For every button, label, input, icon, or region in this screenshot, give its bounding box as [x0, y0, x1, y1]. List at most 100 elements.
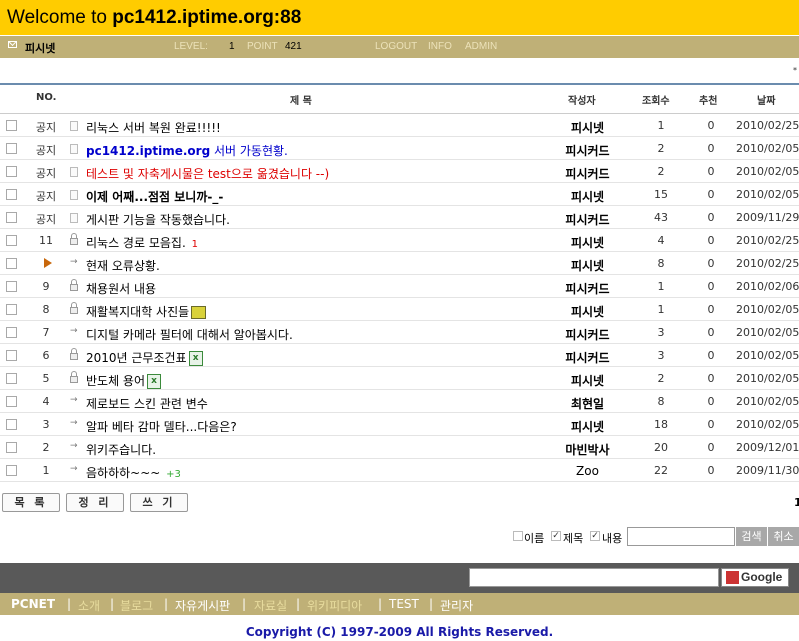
row-subject[interactable]: 재활복지대학 사진들 — [86, 303, 207, 320]
row-author[interactable]: 피시커드 — [545, 142, 630, 159]
row-checkbox[interactable] — [6, 235, 17, 246]
google-search-input[interactable] — [469, 568, 719, 587]
row-checkbox[interactable] — [6, 396, 17, 407]
row-checkbox[interactable] — [6, 327, 17, 338]
row-recommend: 0 — [707, 234, 715, 247]
search-button[interactable]: 검색 — [736, 527, 767, 546]
row-checkbox[interactable] — [6, 281, 17, 292]
page-number[interactable]: 1 — [794, 496, 799, 509]
mail-icon[interactable] — [8, 41, 17, 48]
row-checkbox[interactable] — [6, 465, 17, 476]
row-author[interactable]: 피시넷 — [545, 257, 630, 274]
col-recommend[interactable]: 추천 — [699, 92, 717, 107]
row-checkbox[interactable] — [6, 120, 17, 131]
table-row: 공지 게시판 기능을 작동했습니다. 피시커드 43 0 2009/11/29 — [0, 206, 799, 229]
row-author[interactable]: Zoo — [545, 464, 630, 478]
comment-count: 1 — [191, 239, 198, 250]
row-checkbox[interactable] — [6, 442, 17, 453]
row-hits: 15 — [654, 188, 668, 201]
row-author[interactable]: 피시커드 — [545, 211, 630, 228]
row-author[interactable]: 피시넷 — [545, 234, 630, 251]
row-author[interactable]: 피시넷 — [545, 418, 630, 435]
reply-arrow-icon: → — [70, 326, 78, 336]
nav-item-wikipedia[interactable]: 위키피디아 — [307, 597, 362, 614]
nav-brand[interactable]: PCNET — [11, 597, 55, 611]
col-no[interactable]: NO. — [36, 92, 56, 103]
lock-icon — [70, 348, 78, 361]
row-subject[interactable]: 제로보드 스킨 관련 변수 — [86, 395, 208, 412]
row-subject[interactable]: 알파 베타 감마 델타...다음은? — [86, 418, 237, 435]
row-hits: 8 — [657, 257, 665, 270]
cancel-search-button[interactable]: 취소 — [768, 527, 799, 546]
row-no: 4 — [42, 395, 50, 408]
row-author[interactable]: 마빈박사 — [545, 441, 630, 458]
site-title: Welcome to pc1412.iptime.org:88 — [7, 7, 301, 29]
col-hits[interactable]: 조회수 — [642, 92, 670, 107]
row-checkbox[interactable] — [6, 189, 17, 200]
search-content-checkbox[interactable]: ✓ — [590, 531, 600, 541]
row-author[interactable]: 피시넷 — [545, 372, 630, 389]
row-checkbox[interactable] — [6, 212, 17, 223]
row-checkbox[interactable] — [6, 373, 17, 384]
admin-link[interactable]: ADMIN — [465, 41, 497, 52]
row-author[interactable]: 피시넷 — [545, 188, 630, 205]
row-subject[interactable]: 리눅스 서버 복원 완료!!!!! — [86, 119, 221, 136]
col-date[interactable]: 날짜 — [757, 92, 775, 107]
row-author[interactable]: 최현일 — [545, 395, 630, 412]
site-header: Welcome to pc1412.iptime.org:88 — [0, 0, 799, 35]
search-input[interactable] — [627, 527, 735, 546]
table-row: 공지 테스트 및 자축게시물은 test으로 옮겼습니다 --) 피시커드 2 … — [0, 160, 799, 183]
row-subject[interactable]: 위키주습니다. — [86, 441, 156, 458]
row-author[interactable]: 피시커드 — [545, 165, 630, 182]
row-subject[interactable]: 디지털 카메라 필터에 대해서 알아봅시다. — [86, 326, 293, 343]
row-checkbox[interactable] — [6, 258, 17, 269]
row-checkbox[interactable] — [6, 166, 17, 177]
row-subject[interactable]: 리눅스 경로 모음집. 1 — [86, 234, 198, 251]
row-subject[interactable]: 테스트 및 자축게시물은 test으로 옮겼습니다 --) — [86, 165, 329, 182]
row-recommend: 0 — [707, 464, 715, 477]
nav-item-blog[interactable]: 블로그 — [120, 597, 153, 614]
row-checkbox[interactable] — [6, 350, 17, 361]
row-subject[interactable]: 2010년 근무조건표 x — [86, 349, 203, 366]
table-row: 2 → 위키주습니다. 마빈박사 20 0 2009/12/01 — [0, 436, 799, 459]
sort-button[interactable]: 정 리 — [66, 493, 124, 512]
search-name-checkbox[interactable] — [513, 531, 523, 541]
search-subject-checkbox[interactable]: ✓ — [551, 531, 561, 541]
row-subject[interactable]: 채용원서 내용 — [86, 280, 156, 297]
row-recommend: 0 — [707, 303, 715, 316]
google-search-button[interactable]: Google — [721, 568, 789, 587]
row-subject[interactable]: 음하하하~~~ +3 — [86, 464, 181, 481]
nav-item-archive[interactable]: 자료실 — [254, 597, 287, 614]
row-author[interactable]: 피시커드 — [545, 280, 630, 297]
notice-icon — [70, 167, 78, 177]
row-subject[interactable]: 이제 어째...점점 보니까-_- — [86, 188, 223, 205]
row-subject[interactable]: 게시판 기능을 작동했습니다. — [86, 211, 230, 228]
row-date: 2010/02/05 — [736, 165, 799, 178]
row-checkbox[interactable] — [6, 304, 17, 315]
nav-item-admin[interactable]: 관리자 — [440, 597, 473, 614]
row-subject[interactable]: pc1412.iptime.org 서버 가동현황. — [86, 142, 288, 159]
row-author[interactable]: 피시커드 — [545, 349, 630, 366]
logout-link[interactable]: LOGOUT — [375, 41, 417, 52]
table-row: 4 → 제로보드 스킨 관련 변수 최현일 8 0 2010/02/05 — [0, 390, 799, 413]
info-link[interactable]: INFO — [428, 41, 452, 52]
col-subject[interactable]: 제 목 — [290, 92, 312, 107]
row-author[interactable]: 피시커드 — [545, 326, 630, 343]
row-subject[interactable]: 현재 오류상황. — [86, 257, 160, 274]
row-author[interactable]: 피시넷 — [545, 119, 630, 136]
row-subject-text: 2010년 근무조건표 — [86, 351, 187, 365]
footer-nav: PCNET | 소개 | 블로그 | 자유게시판 | 자료실 | 위키피디아 |… — [0, 593, 799, 615]
list-button[interactable]: 목 록 — [2, 493, 60, 512]
row-subject[interactable]: 반도체 용어 x — [86, 372, 162, 389]
row-checkbox[interactable] — [6, 143, 17, 154]
col-author[interactable]: 작성자 — [568, 92, 596, 107]
nav-separator: | — [242, 597, 247, 611]
row-author[interactable]: 피시넷 — [545, 303, 630, 320]
lock-icon — [70, 371, 78, 384]
user-nickname[interactable]: 피시넷 — [25, 40, 55, 56]
row-checkbox[interactable] — [6, 419, 17, 430]
nav-item-test[interactable]: TEST — [389, 597, 419, 611]
nav-item-free-board[interactable]: 자유게시판 — [175, 597, 230, 614]
nav-item-intro[interactable]: 소개 — [78, 597, 100, 614]
write-button[interactable]: 쓰 기 — [130, 493, 188, 512]
